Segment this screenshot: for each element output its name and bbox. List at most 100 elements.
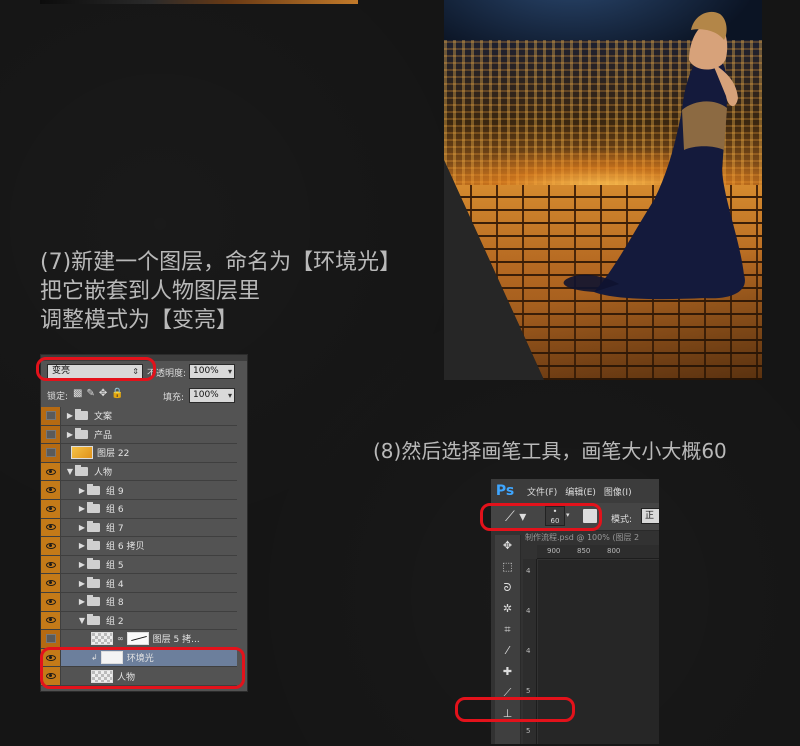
ruler-tick: 5 (526, 727, 531, 735)
chevron-down-icon: ▾ (227, 391, 232, 400)
lasso-tool-icon[interactable]: ᘐ (495, 577, 520, 598)
visibility-toggle[interactable] (41, 518, 61, 537)
layer-list: ▶ 文案 ▶ 产品 图层 22 ▼ 人物 ▶ 组 9 ▶ 组 6 ▶ 组 7 ▶… (41, 407, 237, 686)
layer-row[interactable]: ▶ 组 7 (41, 518, 237, 538)
photoshop-logo: Ps (495, 483, 515, 499)
expand-arrow-icon[interactable]: ▶ (77, 597, 87, 606)
layer-row[interactable]: ▼ 人物 (41, 462, 237, 482)
visibility-toggle[interactable] (41, 462, 61, 481)
layer-name: 组 6 (106, 505, 124, 516)
layer-row[interactable]: ▶ 组 8 (41, 592, 237, 612)
layer-name: 组 8 (106, 598, 124, 609)
step7-line2: 把它嵌套到人物图层里 (40, 279, 261, 304)
folder-icon (87, 539, 100, 551)
eye-icon (45, 580, 56, 587)
visibility-toggle[interactable] (41, 611, 61, 630)
eye-icon (45, 598, 56, 605)
layer-name: 组 7 (106, 523, 124, 534)
hidden-icon (45, 429, 56, 439)
visibility-toggle[interactable] (41, 407, 61, 425)
visibility-toggle[interactable] (41, 481, 61, 499)
layer-thumbnail (91, 632, 113, 646)
folder-open-icon (75, 465, 88, 477)
expand-arrow-icon[interactable]: ▶ (77, 541, 87, 550)
layer-row[interactable]: ▶ 组 4 (41, 574, 237, 593)
menu-image[interactable]: 图像(I) (604, 485, 632, 498)
visibility-toggle[interactable] (41, 592, 61, 611)
folder-open-icon (87, 613, 100, 625)
lock-label: 锁定: (47, 392, 69, 402)
move-tool-icon[interactable]: ✥ (495, 535, 520, 556)
mask-thumbnail (126, 632, 149, 646)
layer-name: 组 4 (106, 579, 124, 590)
eyedropper-tool-icon[interactable]: ⁄ (495, 640, 520, 661)
visibility-toggle[interactable] (41, 499, 61, 518)
layer-row[interactable]: ▶ 文案 (41, 407, 237, 426)
layer-row[interactable]: ▼ 组 2 (41, 611, 237, 631)
eye-icon (45, 505, 56, 512)
folder-icon (75, 427, 88, 439)
visibility-toggle[interactable] (41, 555, 61, 574)
expand-arrow-icon[interactable]: ▶ (77, 560, 87, 569)
ruler-tick: 800 (607, 547, 621, 555)
highlight-brush-tool (455, 697, 575, 722)
highlight-ambient-layer (40, 647, 245, 689)
step8-instruction: (8)然后选择画笔工具，画笔大小大概60 (373, 439, 727, 463)
layer-row[interactable]: 图层 22 (41, 444, 237, 463)
menu-bar: Ps 文件(F) 编辑(E) 图像(I) (491, 479, 659, 503)
layer-name: 组 9 (106, 486, 124, 497)
eye-icon (45, 561, 56, 568)
fill-value: 100% (193, 390, 219, 400)
fill-label: 填充: (163, 393, 185, 403)
layer-row[interactable]: ▶ 组 5 (41, 555, 237, 575)
ruler-tick: 4 (526, 647, 531, 655)
previous-image-strip (40, 0, 358, 4)
layer-row[interactable]: ▶ 组 6 (41, 499, 237, 519)
layer-row[interactable]: ∞ 图层 5 拷... (41, 630, 237, 649)
hidden-icon (45, 411, 56, 421)
ruler-tick: 4 (526, 607, 531, 615)
collapse-arrow-icon[interactable]: ▼ (65, 467, 75, 476)
visibility-toggle[interactable] (41, 425, 61, 444)
expand-arrow-icon[interactable]: ▶ (77, 504, 87, 513)
folder-icon (87, 483, 100, 495)
expand-arrow-icon[interactable]: ▶ (65, 430, 75, 439)
layer-row[interactable]: ▶ 组 9 (41, 481, 237, 500)
opacity-input[interactable]: 100% ▾ (189, 364, 235, 379)
document-tab[interactable]: 制作流程.psd @ 100% (图层 2 (523, 532, 659, 545)
menu-file[interactable]: 文件(F) (527, 485, 557, 498)
magic-wand-tool-icon[interactable]: ✲ (495, 598, 520, 619)
healing-brush-tool-icon[interactable]: ✚ (495, 661, 520, 682)
layer-name: 组 6 拷贝 (106, 542, 145, 553)
step7-instructions: (7)新建一个图层，命名为【环境光】 把它嵌套到人物图层里 调整模式为【变亮】 (40, 248, 440, 335)
ruler-tick: 850 (577, 547, 591, 555)
visibility-toggle[interactable] (41, 574, 61, 592)
hidden-icon (45, 448, 56, 458)
layer-name: 产品 (94, 430, 113, 441)
menu-edit[interactable]: 编辑(E) (565, 485, 596, 498)
expand-arrow-icon[interactable]: ▶ (77, 486, 87, 495)
crop-tool-icon[interactable]: ⌗ (495, 619, 520, 640)
expand-arrow-icon[interactable]: ▶ (77, 579, 87, 588)
collapse-arrow-icon[interactable]: ▼ (77, 616, 87, 625)
visibility-toggle[interactable] (41, 630, 61, 648)
layer-name: 人物 (94, 468, 113, 479)
folder-icon (87, 502, 100, 514)
opacity-value: 100% (193, 366, 219, 376)
hidden-icon (45, 634, 56, 644)
lock-icons[interactable]: ▩✎✥🔒 (73, 388, 143, 399)
folder-icon (87, 576, 100, 588)
mode-select[interactable]: 正 (641, 508, 659, 524)
fill-input[interactable]: 100% ▾ (189, 388, 235, 403)
marquee-tool-icon[interactable]: ⬚ (495, 556, 520, 577)
visibility-toggle[interactable] (41, 537, 61, 555)
ruler-tick: 900 (547, 547, 561, 555)
layer-row[interactable]: ▶ 组 6 拷贝 (41, 537, 237, 556)
expand-arrow-icon[interactable]: ▶ (77, 523, 87, 532)
folder-icon (87, 558, 100, 570)
layer-name: 图层 5 拷... (152, 635, 200, 646)
layer-row[interactable]: ▶ 产品 (41, 425, 237, 445)
folder-icon (87, 520, 100, 532)
visibility-toggle[interactable] (41, 444, 61, 462)
expand-arrow-icon[interactable]: ▶ (65, 411, 75, 420)
